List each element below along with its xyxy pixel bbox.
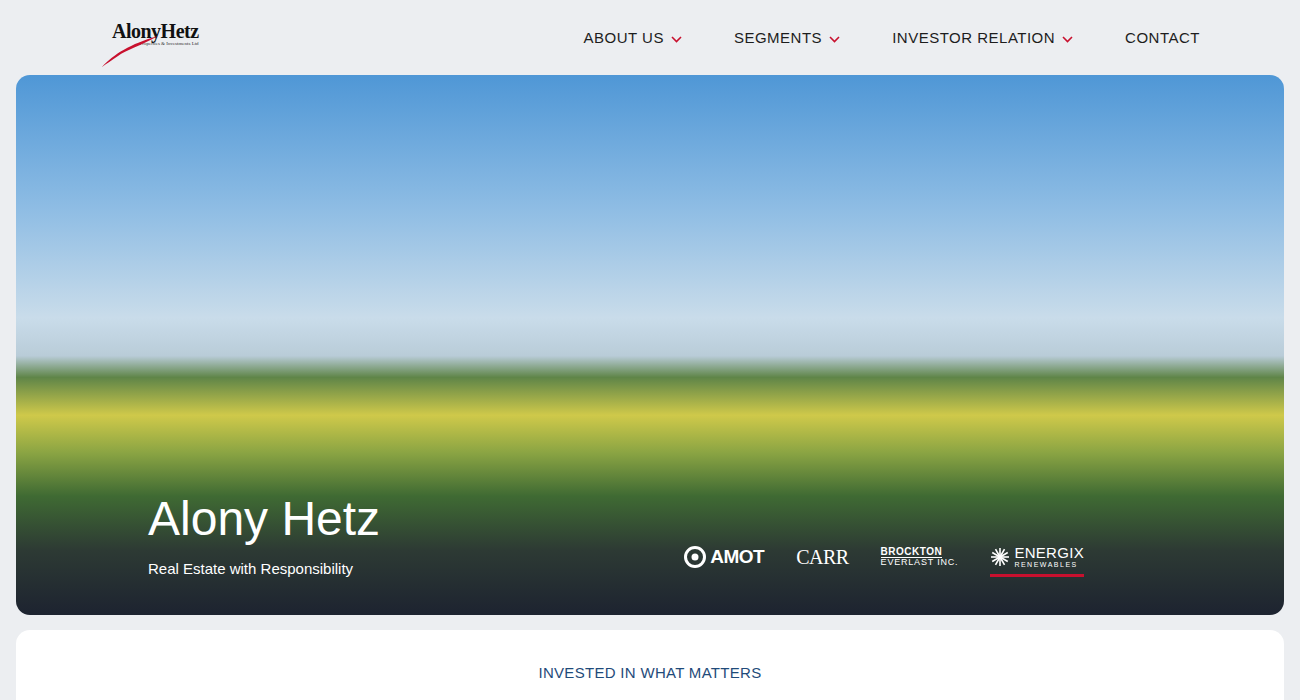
main-nav: ABOUT US SEGMENTS INVESTOR RELATION CONT… [584, 29, 1200, 46]
chevron-down-icon [1062, 36, 1073, 43]
nav-label: CONTACT [1125, 29, 1200, 46]
brand-logo[interactable]: ENERGIX RENEWABLES [990, 545, 1084, 577]
brand-subname: RENEWABLES [1014, 561, 1077, 569]
brand-logo[interactable]: BROCKTON EVERLAST INC. [881, 546, 959, 576]
hero-content: Alony Hetz Real Estate with Responsibili… [16, 493, 1284, 615]
page: AlonyHetz Properties & Investments Ltd A… [0, 0, 1300, 700]
hero-subtitle: Real Estate with Responsibility [148, 560, 380, 577]
brand-name: CARR [796, 547, 848, 567]
brand-list: AMOT CARR BROCKTON EVERLAST INC. ENERGIX R… [684, 545, 1084, 577]
hero-title: Alony Hetz [148, 493, 380, 546]
nav-label: INVESTOR RELATION [892, 29, 1055, 46]
site-header: AlonyHetz Properties & Investments Ltd A… [0, 0, 1300, 75]
brand-name: BROCKTON [881, 546, 943, 558]
hero-banner: Alony Hetz Real Estate with Responsibili… [16, 75, 1284, 615]
brand-logo[interactable]: AMOT [684, 546, 764, 576]
hero-text: Alony Hetz Real Estate with Responsibili… [148, 493, 380, 577]
logo-text: AlonyHetz Properties & Investments Ltd [112, 21, 199, 46]
nav-item[interactable]: SEGMENTS [734, 29, 840, 46]
burst-icon [990, 547, 1010, 567]
target-icon [684, 546, 706, 568]
intro-section: INVESTED IN WHAT MATTERS [16, 630, 1284, 700]
logo[interactable]: AlonyHetz Properties & Investments Ltd [100, 8, 216, 68]
section-heading: INVESTED IN WHAT MATTERS [16, 664, 1284, 681]
logo-tagline: Properties & Investments Ltd [140, 41, 199, 46]
nav-label: ABOUT US [584, 29, 664, 46]
brand-name: ENERGIX [1014, 545, 1084, 562]
nav-item[interactable]: INVESTOR RELATION [892, 29, 1073, 46]
brand-stack: BROCKTON EVERLAST INC. [881, 546, 959, 568]
nav-label: SEGMENTS [734, 29, 822, 46]
brand-logo[interactable]: CARR [796, 547, 848, 575]
nav-item[interactable]: CONTACT [1125, 29, 1200, 46]
logo-name: AlonyHetz [112, 21, 199, 41]
swoosh-icon [100, 34, 160, 68]
brand-name: AMOT [710, 547, 764, 566]
brand-subname: EVERLAST INC. [881, 558, 959, 568]
chevron-down-icon [829, 36, 840, 43]
nav-item[interactable]: ABOUT US [584, 29, 682, 46]
chevron-down-icon [671, 36, 682, 43]
brand-stack: ENERGIX RENEWABLES [1014, 545, 1084, 569]
